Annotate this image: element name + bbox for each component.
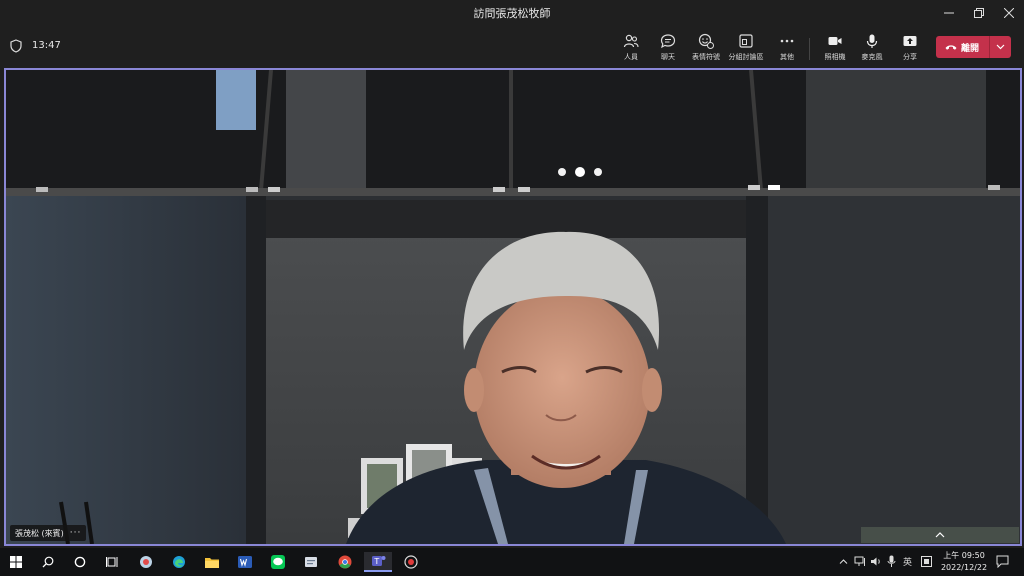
restore-button[interactable] — [964, 0, 994, 26]
notes-app-icon — [305, 557, 317, 567]
participant-video — [6, 70, 1020, 544]
minimize-button[interactable] — [934, 0, 964, 26]
chat-label: 聊天 — [661, 53, 675, 61]
shield-icon — [10, 39, 22, 53]
more-icon — [780, 39, 794, 43]
notification-icon[interactable] — [996, 555, 1009, 568]
game-app-icon — [140, 556, 152, 568]
share-label: 分享 — [903, 53, 917, 61]
ime-indicator[interactable]: 英 — [903, 555, 912, 568]
window-title: 訪問張茂松牧師 — [473, 7, 551, 20]
microphone-tray-icon[interactable] — [887, 555, 896, 568]
leave-label: 離開 — [961, 43, 980, 54]
volume-icon[interactable] — [870, 556, 882, 567]
reactions-button[interactable]: 表情符號 — [686, 31, 726, 65]
reactions-icon — [698, 33, 714, 49]
chrome-icon — [338, 555, 352, 569]
taskbar-app-recorder[interactable] — [400, 552, 422, 572]
share-button[interactable]: 分享 — [890, 31, 930, 65]
taskbar-app-edge[interactable] — [168, 552, 190, 572]
window-controls — [934, 0, 1024, 26]
more-button[interactable]: 其他 — [767, 31, 807, 65]
minimize-icon — [944, 12, 954, 14]
taskbar-app-teams[interactable]: T — [364, 552, 392, 572]
clock-date: 2022/12/22 — [940, 563, 988, 572]
keyboard-icon[interactable] — [921, 556, 932, 567]
leave-options-button[interactable] — [990, 44, 1011, 50]
close-icon — [1004, 8, 1014, 18]
expand-gallery-button[interactable] — [861, 527, 1019, 543]
window-titlebar: 訪問張茂松牧師 — [0, 0, 1024, 26]
line-app-icon — [271, 555, 285, 569]
people-label: 人員 — [624, 53, 638, 61]
task-view-icon — [105, 557, 117, 567]
taskbar-app-notes[interactable] — [300, 552, 322, 572]
cortana-button[interactable] — [69, 552, 91, 572]
mic-icon — [866, 34, 878, 48]
participant-name-tag[interactable]: 張茂松 (來賓) ··· — [10, 525, 87, 541]
video-stage[interactable]: 張茂松 (來賓) ··· — [4, 68, 1022, 546]
search-button[interactable] — [37, 552, 59, 572]
taskbar-app-game[interactable] — [135, 552, 157, 572]
hangup-icon — [945, 45, 957, 50]
folder-icon — [205, 558, 219, 568]
breakout-rooms-button[interactable]: 分組討論區 — [726, 31, 766, 65]
network-icon[interactable] — [854, 556, 866, 567]
chevron-up-icon — [935, 532, 945, 538]
reactions-label: 表情符號 — [692, 53, 720, 61]
toolbar-separator — [809, 38, 810, 60]
taskbar-app-explorer[interactable] — [201, 552, 223, 572]
participant-more-button[interactable]: ··· — [70, 528, 82, 538]
chat-button[interactable]: 聊天 — [648, 31, 688, 65]
edge-icon — [173, 556, 185, 568]
taskbar-app-chrome[interactable] — [334, 552, 356, 572]
restore-icon — [974, 8, 984, 18]
word-icon — [238, 556, 252, 568]
task-view-button[interactable] — [101, 552, 123, 572]
leave-button-group: 離開 — [936, 36, 1011, 58]
mic-button[interactable]: 麥克風 — [852, 31, 892, 65]
close-window-button[interactable] — [994, 0, 1024, 26]
taskbar-app-word[interactable] — [234, 552, 256, 572]
meeting-timer: 13:47 — [32, 40, 61, 51]
teams-icon: T — [371, 556, 385, 566]
people-button[interactable]: 人員 — [611, 31, 651, 65]
chevron-up-tray-icon[interactable] — [839, 557, 848, 566]
camera-button[interactable]: 照相機 — [815, 31, 855, 65]
meeting-toolbar: 13:47 人員 聊天 表情符號 分組討論區 其他 照相機 麥克風 分享 離開 — [0, 26, 1024, 68]
windows-logo-icon — [10, 556, 22, 568]
share-icon — [903, 36, 917, 46]
camera-label: 照相機 — [824, 53, 846, 61]
cortana-icon — [74, 556, 86, 568]
chevron-down-icon — [996, 44, 1005, 50]
taskbar-clock[interactable]: 上午 09:50 2022/12/22 — [936, 550, 992, 574]
chat-icon — [660, 34, 676, 49]
clock-time: 上午 09:50 — [943, 551, 985, 560]
start-button[interactable] — [5, 552, 27, 572]
leave-button[interactable]: 離開 — [936, 36, 990, 58]
breakout-rooms-label: 分組討論區 — [728, 53, 764, 61]
people-icon — [623, 34, 639, 48]
mic-label: 麥克風 — [861, 53, 883, 61]
svg-text:T: T — [373, 557, 379, 566]
more-label: 其他 — [780, 53, 794, 61]
breakout-rooms-icon — [739, 34, 753, 48]
search-icon — [42, 556, 54, 568]
participant-name: 張茂松 (來賓) — [15, 528, 64, 538]
recorder-icon — [404, 555, 418, 569]
windows-taskbar: T 英 上午 09:50 2022/12/22 — [0, 548, 1024, 576]
taskbar-app-line[interactable] — [267, 552, 289, 572]
camera-icon — [828, 37, 842, 45]
